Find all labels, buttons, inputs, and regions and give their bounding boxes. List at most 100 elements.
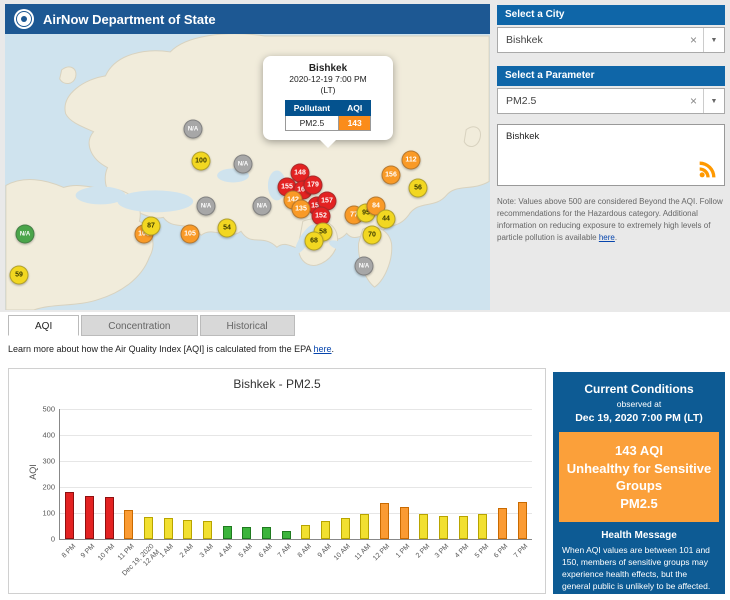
aqi-bar[interactable]	[203, 521, 212, 539]
parameter-dropdown-arrow-icon[interactable]: ▼	[703, 89, 724, 113]
aqi-bar[interactable]	[400, 507, 409, 540]
x-axis-label: 4 PM	[454, 543, 471, 560]
aqi-marker[interactable]: 44	[377, 210, 396, 229]
x-axis-label: 4 AM	[218, 543, 235, 560]
learn-more-text: Learn more about how the Air Quality Ind…	[8, 344, 334, 354]
aqi-bar[interactable]	[439, 516, 448, 539]
aqi-bar[interactable]	[164, 518, 173, 539]
gridline	[60, 409, 532, 410]
map-popup: Bishkek 2020-12-19 7:00 PM (LT) Pollutan…	[263, 56, 393, 140]
aqi-map[interactable]: N/A100N/AN/AN/AN/A5910387105541481551671…	[5, 34, 490, 310]
aqi-marker[interactable]: 59	[10, 266, 29, 285]
city-select[interactable]: Bishkek × ▼	[497, 27, 725, 53]
feed-box: Bishkek	[497, 124, 725, 186]
chart-tabs: AQI Concentration Historical	[8, 315, 297, 336]
y-axis-tick-label: 500	[42, 405, 55, 414]
y-axis-tick-label: 300	[42, 457, 55, 466]
city-dropdown-arrow-icon[interactable]: ▼	[703, 28, 724, 52]
conditions-aqi-category: Unhealthy for Sensitive Groups	[565, 460, 713, 495]
parameter-clear-icon[interactable]: ×	[684, 94, 703, 108]
y-axis-tick-label: 200	[42, 483, 55, 492]
dos-seal-icon	[13, 8, 35, 30]
city-clear-icon[interactable]: ×	[684, 33, 703, 47]
x-axis-label: 10 PM	[97, 543, 117, 563]
aqi-marker[interactable]: 54	[218, 219, 237, 238]
aqi-bar[interactable]	[124, 510, 133, 539]
aqi-marker[interactable]: N/A	[355, 257, 374, 276]
gridline	[60, 435, 532, 436]
tab-historical[interactable]: Historical	[200, 315, 295, 336]
aqi-marker[interactable]: N/A	[197, 197, 216, 216]
rss-icon[interactable]	[698, 159, 718, 179]
aqi-marker[interactable]: 87	[142, 217, 161, 236]
x-axis-label: 11 AM	[353, 543, 373, 563]
aqi-bar[interactable]	[301, 525, 310, 539]
aqi-bar[interactable]	[380, 503, 389, 539]
conditions-aqi-value: 143 AQI	[565, 442, 713, 460]
aqi-marker[interactable]: 100	[192, 152, 211, 171]
aqi-marker[interactable]: 68	[305, 232, 324, 251]
aqi-marker[interactable]: 156	[382, 166, 401, 185]
aqi-bar[interactable]	[459, 516, 468, 539]
aqi-bar[interactable]	[478, 514, 487, 539]
x-axis-label: 5 PM	[473, 543, 490, 560]
x-axis-label: 7 AM	[277, 543, 294, 560]
x-axis-label: 7 PM	[513, 543, 530, 560]
aqi-bar[interactable]	[498, 508, 507, 539]
aqi-marker[interactable]: 70	[363, 226, 382, 245]
chart-plot-area: 01002003004005008 PM9 PM10 PM11 PMDec 19…	[59, 409, 532, 540]
aqi-bar-chart: Bishkek - PM2.5 AQI 01002003004005008 PM…	[8, 368, 546, 594]
popup-col-aqi: AQI	[339, 101, 371, 116]
aqi-bar[interactable]	[360, 514, 369, 539]
gridline	[60, 487, 532, 488]
aqi-bar[interactable]	[419, 514, 428, 539]
aqi-bar[interactable]	[242, 527, 251, 539]
current-conditions-panel: Current Conditions observed at Dec 19, 2…	[553, 372, 725, 594]
airnow-app: AirNow Department of State N/A 100 N/A N/A N…	[0, 0, 730, 600]
aqi-bar[interactable]	[105, 497, 114, 539]
tab-aqi[interactable]: AQI	[8, 315, 79, 336]
x-axis-label: 5 AM	[238, 543, 255, 560]
x-axis-label: 3 PM	[434, 543, 451, 560]
select-parameter-header: Select a Parameter	[497, 66, 725, 86]
aqi-bar[interactable]	[223, 526, 232, 539]
conditions-aqi-block: 143 AQI Unhealthy for Sensitive Groups P…	[559, 432, 719, 522]
tab-concentration[interactable]: Concentration	[81, 315, 197, 336]
parameter-select[interactable]: PM2.5 × ▼	[497, 88, 725, 114]
aqi-marker[interactable]: 135	[292, 200, 311, 219]
aqi-bar[interactable]	[282, 531, 291, 539]
x-axis-label: 6 AM	[257, 543, 274, 560]
popup-timezone: (LT)	[269, 85, 387, 96]
aqi-bar[interactable]	[85, 496, 94, 539]
gridline	[60, 461, 532, 462]
aqi-bar[interactable]	[144, 517, 153, 539]
popup-pollutant-value: PM2.5	[285, 116, 338, 131]
x-axis-label: 9 AM	[316, 543, 333, 560]
aqi-marker[interactable]: 112	[402, 151, 421, 170]
aqi-marker[interactable]: N/A	[16, 225, 35, 244]
aqi-bar[interactable]	[321, 521, 330, 539]
feed-city-label: Bishkek	[498, 125, 724, 148]
conditions-aqi-pollutant: PM2.5	[565, 495, 713, 513]
aqi-marker[interactable]: N/A	[234, 155, 253, 174]
popup-aqi-value: 143	[339, 116, 371, 131]
aqi-marker[interactable]: N/A	[253, 197, 272, 216]
x-axis-label: 3 AM	[198, 543, 215, 560]
aqi-marker[interactable]: 105	[181, 225, 200, 244]
y-axis-tick-label: 400	[42, 431, 55, 440]
aqi-bar[interactable]	[341, 518, 350, 539]
x-axis-label: 8 AM	[297, 543, 314, 560]
aqi-bar[interactable]	[518, 502, 527, 539]
aqi-marker[interactable]: N/A	[184, 120, 203, 139]
aqi-bar[interactable]	[65, 492, 74, 539]
aqi-marker[interactable]: 56	[409, 179, 428, 198]
app-title: AirNow Department of State	[43, 12, 216, 27]
aqi-marker[interactable]: 179	[304, 176, 323, 195]
aqi-bar[interactable]	[262, 527, 271, 539]
popup-aqi-table: Pollutant AQI PM2.5 143	[285, 100, 371, 131]
aqi-bar[interactable]	[183, 520, 192, 540]
chart-title: Bishkek - PM2.5	[9, 377, 545, 391]
learn-more-here-link[interactable]: here	[314, 344, 332, 354]
note-here-link[interactable]: here	[599, 233, 615, 242]
app-header: AirNow Department of State	[5, 4, 490, 34]
